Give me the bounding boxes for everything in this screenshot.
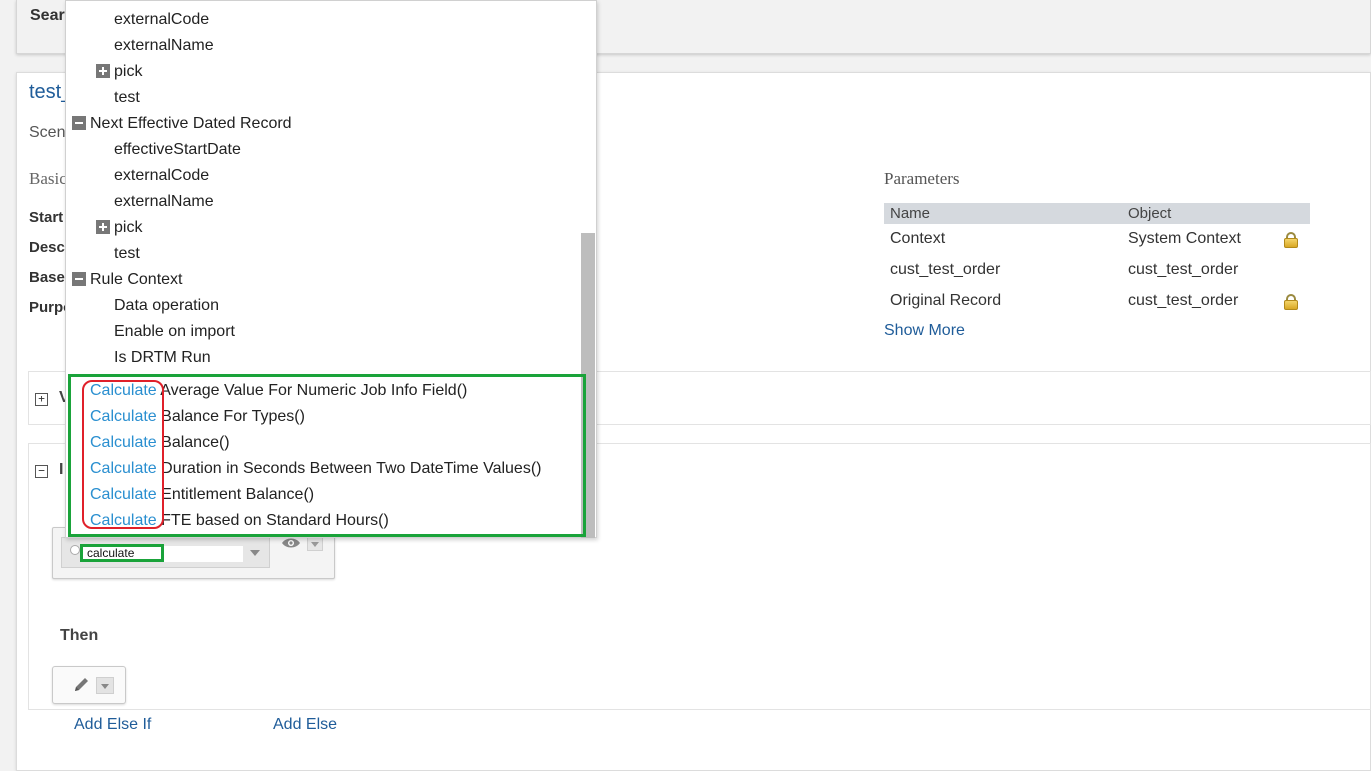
show-more-link[interactable]: Show More (884, 322, 965, 340)
list-item[interactable]: externalCode (114, 10, 209, 30)
table-row: Context System Context (884, 230, 1310, 261)
description-label: Desc (29, 239, 65, 256)
list-item[interactable]: test (114, 88, 140, 108)
list-item[interactable]: Data operation (114, 296, 219, 316)
param-object: System Context (1128, 230, 1241, 247)
table-row: Original Record cust_test_order (884, 292, 1310, 323)
add-else-if-link[interactable]: Add Else If (74, 716, 151, 734)
base-object-label: Base (29, 269, 65, 286)
expand-icon[interactable] (96, 64, 110, 78)
collapse-icon[interactable] (72, 272, 86, 286)
param-name: Original Record (890, 292, 1002, 309)
list-item[interactable]: externalName (114, 36, 214, 56)
if-label: I (59, 461, 64, 478)
column-name: Name (890, 205, 931, 222)
radio-icon (70, 545, 80, 555)
list-item[interactable]: pick (114, 62, 142, 82)
scenario-label: Scen (29, 124, 66, 141)
collapse-icon[interactable] (72, 116, 86, 130)
column-object: Object (1128, 205, 1172, 222)
list-item[interactable]: Is DRTM Run (114, 348, 211, 368)
param-name: Context (890, 230, 946, 247)
add-else-link[interactable]: Add Else (273, 716, 337, 734)
list-item[interactable]: externalName (114, 192, 214, 212)
pencil-icon[interactable] (72, 676, 92, 694)
tree-group-rule-context[interactable]: Rule Context (90, 270, 183, 290)
list-item[interactable]: Enable on import (114, 322, 235, 342)
chevron-down-icon[interactable] (250, 550, 260, 556)
table-row: cust_test_order cust_test_order (884, 261, 1310, 292)
expand-icon[interactable]: + (35, 393, 48, 406)
start-date-label: Start (29, 209, 64, 226)
param-object: cust_test_order (1128, 261, 1239, 278)
list-item[interactable]: pick (114, 218, 142, 238)
parameters-table-header: Name Object (884, 203, 1310, 224)
lock-icon (1284, 232, 1298, 248)
param-object: cust_test_order (1128, 292, 1239, 309)
tree-group-next-effective-dated-record[interactable]: Next Effective Dated Record (90, 114, 292, 134)
search-label: Sear (30, 7, 65, 24)
list-item[interactable]: externalCode (114, 166, 209, 186)
then-label: Then (60, 627, 99, 644)
annotation-input-highlight (80, 544, 164, 562)
eye-options-dropdown[interactable] (307, 537, 323, 551)
list-item[interactable]: effectiveStartDate (114, 140, 241, 160)
collapse-icon[interactable]: − (35, 465, 48, 478)
eye-icon[interactable] (281, 537, 301, 549)
then-options-dropdown[interactable] (96, 677, 114, 694)
expand-icon[interactable] (96, 220, 110, 234)
param-name: cust_test_order (890, 261, 1001, 278)
list-item[interactable]: test (114, 244, 140, 264)
basic-info-heading: Basic (29, 169, 67, 188)
annotation-red-highlight (82, 380, 164, 529)
lock-icon (1284, 294, 1298, 310)
parameters-heading: Parameters (884, 169, 960, 188)
